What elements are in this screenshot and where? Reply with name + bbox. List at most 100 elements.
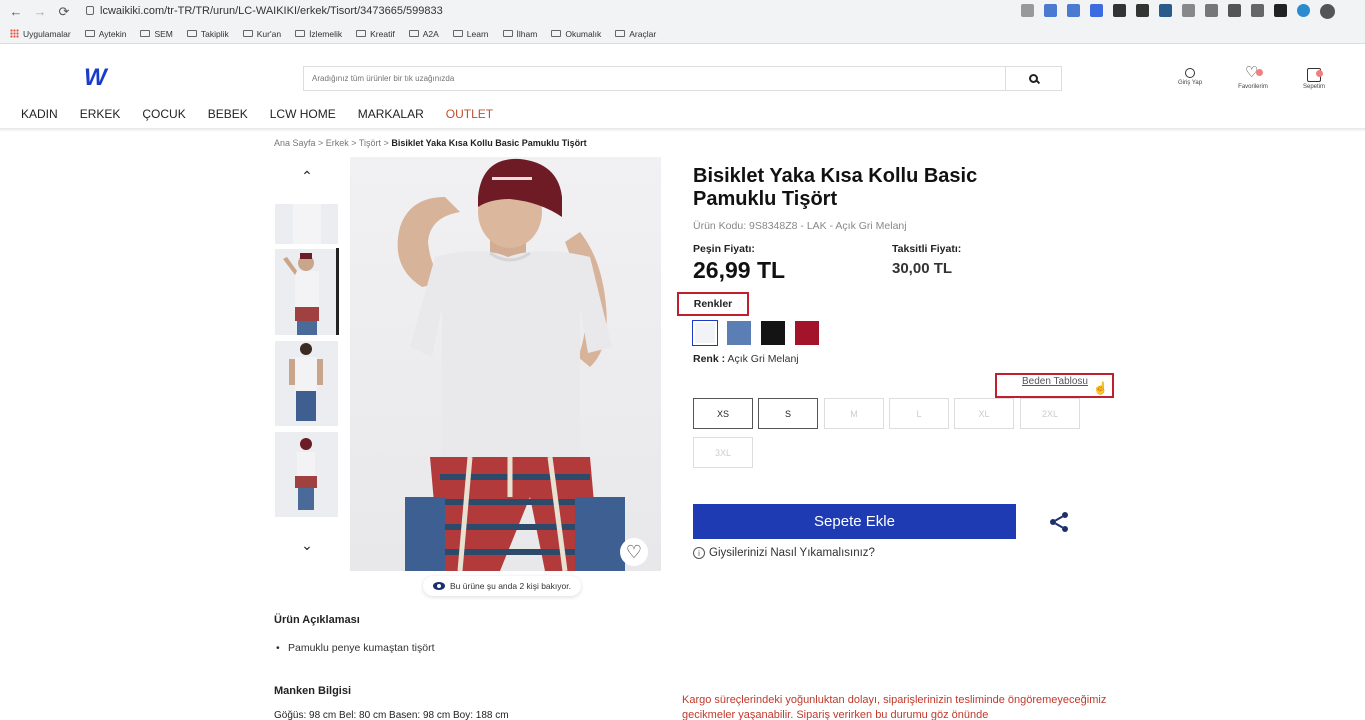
breadcrumb-current: Bisiklet Yaka Kısa Kollu Basic Pamuklu T… [391,138,587,148]
folder-icon [84,30,95,37]
share-icon[interactable] [1047,510,1071,534]
thumbnail[interactable] [275,341,338,426]
bookmark-folder[interactable]: Okumalık [551,29,601,39]
extension-icon[interactable] [1297,4,1310,17]
product-main-image[interactable] [350,157,661,571]
thumbnail-down-arrow[interactable]: ⌄ [297,537,317,554]
search-icon [1029,74,1038,83]
favorites-button[interactable]: Favorilerim [1233,63,1273,90]
size-option-xl[interactable]: XL [954,398,1014,429]
extension-icon[interactable] [1021,4,1034,17]
installment-price-label: Taksitli Fiyatı: [892,243,962,255]
nav-item-lcw-home[interactable]: LCW HOME [270,107,336,121]
info-icon: i [693,547,705,559]
bookmark-folder[interactable]: Takiplik [186,29,229,39]
extension-icon[interactable] [1205,4,1218,17]
login-button[interactable]: Giriş Yap [1170,68,1210,86]
thumbnail-indicator [336,248,339,335]
size-option-s[interactable]: S [758,398,818,429]
address-bar[interactable]: lcwaikiki.com/tr-TR/TR/urun/LC-WAIKIKI/e… [100,5,443,17]
folder-icon [502,30,513,37]
favorites-badge [1256,69,1263,76]
heart-icon [1245,63,1263,82]
nav-item-bebek[interactable]: BEBEK [208,107,248,121]
bookmark-folder[interactable]: Aytekin [84,29,126,39]
thumbnail-up-arrow[interactable]: ⌃ [297,168,317,185]
add-to-favorites-button[interactable]: ♡ [620,538,648,566]
bookmark-folder[interactable]: Kreatif [356,29,395,39]
extension-icon[interactable] [1044,4,1057,17]
bookmark-folder[interactable]: Kur'an [242,29,281,39]
selected-color: Renk : Açık Gri Melanj [693,353,799,365]
bookmark-folder[interactable]: Learn [452,29,489,39]
size-option-3xl[interactable]: 3XL [693,437,753,468]
breadcrumb-path[interactable]: Ana Sayfa > Erkek > Tişört > [274,138,389,148]
folder-icon [551,30,562,37]
add-to-cart-button[interactable]: Sepete Ekle [693,504,1016,539]
user-icon [1185,68,1195,78]
nav-item-cocuk[interactable]: ÇOCUK [142,107,185,121]
search-input[interactable] [304,67,1004,90]
extensions-bar [1021,4,1335,19]
thumbnail-active[interactable] [275,249,338,335]
browser-toolbar: ← → ⟳ lcwaikiki.com/tr-TR/TR/urun/LC-WAI… [0,0,1365,24]
bookmark-folder[interactable]: Araçlar [615,29,656,39]
cash-price: 26,99 TL [693,257,786,283]
nav-item-outlet[interactable]: OUTLET [446,107,493,121]
forward-button[interactable]: → [32,4,48,19]
extension-icon[interactable] [1251,4,1264,17]
reload-button[interactable]: ⟳ [56,4,72,20]
description-bullet: Pamuklu penye kumaştan tişört [276,642,434,654]
bookmark-folder[interactable]: A2A [408,29,439,39]
cart-button[interactable]: Sepetim [1294,68,1334,90]
installment-price: 30,00 TL [892,260,953,277]
size-chart-link[interactable]: Beden Tablosu [1022,376,1088,387]
cart-label: Sepetim [1302,84,1325,90]
size-option-2xl[interactable]: 2XL [1020,398,1080,429]
nav-item-kadin[interactable]: KADIN [21,107,58,121]
cash-price-label: Peşin Fiyatı: [693,243,755,255]
thumbnail[interactable] [275,432,338,517]
extension-icon[interactable] [1067,4,1080,17]
color-swatch-red[interactable] [795,321,819,345]
viewers-badge: Bu ürüne şu anda 2 kişi bakıyor. [423,576,581,596]
bookmark-apps[interactable]: Uygulamalar [10,29,71,39]
selected-color-value: Açık Gri Melanj [727,353,799,365]
bookmark-folder[interactable]: İlham [502,29,537,39]
search-button[interactable] [1005,67,1061,90]
size-option-l[interactable]: L [889,398,949,429]
folder-icon [295,30,306,37]
main-navigation: KADIN ERKEK ÇOCUK BEBEK LCW HOME MARKALA… [21,107,493,121]
folder-icon [242,30,253,37]
color-swatch-blue[interactable] [727,321,751,345]
folder-icon [186,30,197,37]
extension-icon[interactable] [1274,4,1287,17]
extension-icon[interactable] [1090,4,1103,17]
search-bar [303,66,1062,91]
nav-item-erkek[interactable]: ERKEK [80,107,121,121]
breadcrumb: Ana Sayfa > Erkek > Tişört > Bisiklet Ya… [274,138,587,148]
model-info: Göğüs: 98 cm Bel: 80 cm Basen: 98 cm Boy… [274,710,509,720]
site-logo[interactable]: W [84,64,107,92]
bookmark-folder[interactable]: SEM [140,29,173,39]
back-button[interactable]: ← [8,4,24,19]
bookmark-folder[interactable]: İzlemelik [295,29,342,39]
washing-instructions-link[interactable]: i Giysilerinizi Nasıl Yıkamalısınız? [693,547,875,559]
extension-icon[interactable] [1113,4,1126,17]
size-option-m[interactable]: M [824,398,884,429]
color-swatch-light-grey[interactable] [692,320,718,346]
thumbnail[interactable] [275,204,338,244]
extension-icon[interactable] [1136,4,1149,17]
shipping-notice: Kargo süreçlerindeki yoğunluktan dolayı,… [682,694,1107,720]
washing-instructions-text: Giysilerinizi Nasıl Yıkamalısınız? [709,547,875,559]
model-info-heading: Manken Bilgisi [274,685,352,697]
color-swatch-black[interactable] [761,321,785,345]
nav-item-markalar[interactable]: MARKALAR [358,107,424,121]
extension-icon[interactable] [1159,4,1172,17]
extension-icon[interactable] [1228,4,1241,17]
colors-heading: Renkler [677,292,749,316]
extension-icon[interactable] [1182,4,1195,17]
login-label: Giriş Yap [1177,80,1203,86]
profile-avatar[interactable] [1320,4,1335,19]
size-option-xs[interactable]: XS [693,398,753,429]
